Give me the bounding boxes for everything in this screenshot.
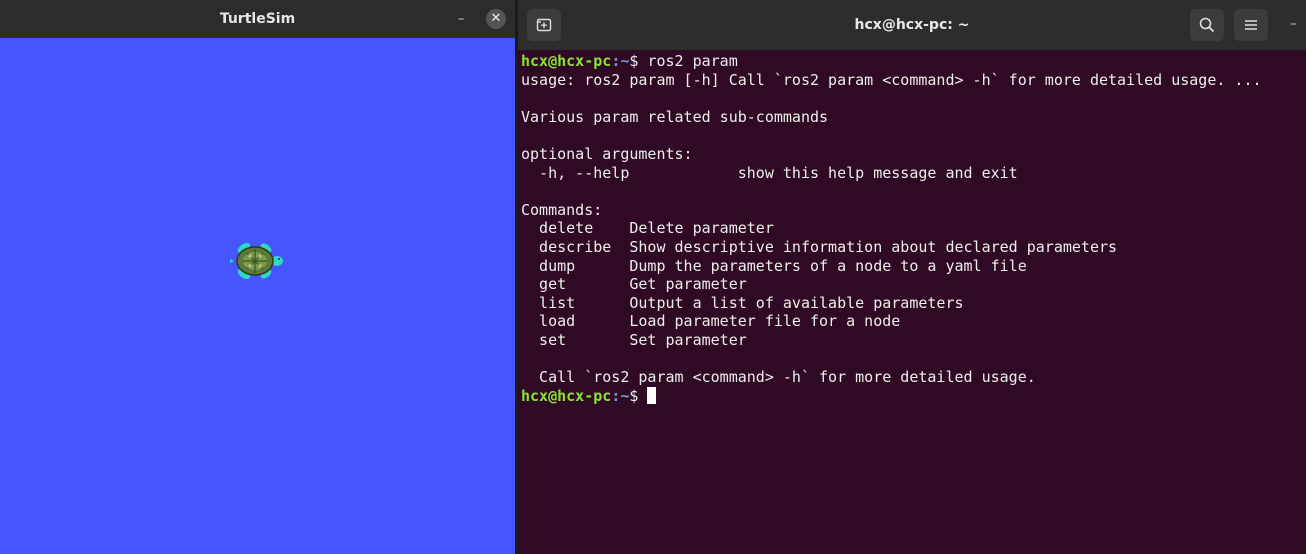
minimize-button[interactable]: – (452, 10, 470, 28)
terminal-output[interactable]: hcx@hcx-pc:~$ ros2 param usage: ros2 par… (521, 52, 1301, 552)
search-icon (1199, 17, 1215, 33)
output-line: set Set parameter (521, 330, 747, 349)
prompt-user-host: hcx@hcx-pc (521, 386, 612, 405)
turtle-icon (230, 242, 283, 280)
output-line: Various param related sub-commands (521, 107, 829, 126)
output-line: optional arguments: (521, 144, 693, 163)
minimize-button[interactable]: – (1290, 16, 1297, 32)
prompt-symbol: $ (629, 386, 648, 405)
output-line: Call `ros2 param <command> -h` for more … (521, 368, 1036, 387)
prompt-symbol: $ (629, 52, 648, 70)
prompt-path: :~ (611, 386, 630, 405)
terminal-window-title: hcx@hcx-pc: ~ (854, 17, 970, 33)
turtlesim-canvas (0, 38, 515, 554)
prompt-user-host: hcx@hcx-pc (521, 52, 612, 70)
output-line: -h, --help show this help message and ex… (521, 163, 1018, 182)
terminal-headerbar[interactable]: hcx@hcx-pc: ~ – (518, 0, 1306, 50)
prompt-path: :~ (611, 52, 630, 70)
prompt-line: hcx@hcx-pc:~$ (521, 386, 1301, 406)
turtlesim-window: TurtleSim – ✕ (0, 0, 515, 554)
command-line: hcx@hcx-pc:~$ ros2 param (521, 52, 1301, 71)
output-line: load Load parameter file for a node (521, 312, 901, 331)
output-line: usage: ros2 param [-h] Call `ros2 param … (521, 70, 1262, 89)
output-line: delete Delete parameter (521, 219, 774, 238)
hamburger-menu-icon (1245, 20, 1257, 30)
close-icon: ✕ (490, 11, 502, 26)
terminal-window: hcx@hcx-pc: ~ – hcx@hcx-pc:~$ ros2 param… (518, 0, 1306, 554)
output-line: list Output a list of available paramete… (521, 293, 964, 312)
output-line: describe Show descriptive information ab… (521, 237, 1118, 256)
turtlesim-titlebar[interactable]: TurtleSim – ✕ (0, 0, 515, 38)
search-button[interactable] (1190, 9, 1224, 41)
text-cursor (647, 386, 657, 404)
close-button[interactable]: ✕ (486, 9, 506, 29)
output-line: Commands: (521, 200, 603, 219)
command-text: ros2 param (647, 52, 738, 70)
menu-button[interactable] (1234, 9, 1268, 41)
turtlesim-window-title: TurtleSim (219, 11, 296, 27)
output-line: get Get parameter (521, 275, 747, 294)
output-line: dump Dump the parameters of a node to a … (521, 256, 1027, 275)
